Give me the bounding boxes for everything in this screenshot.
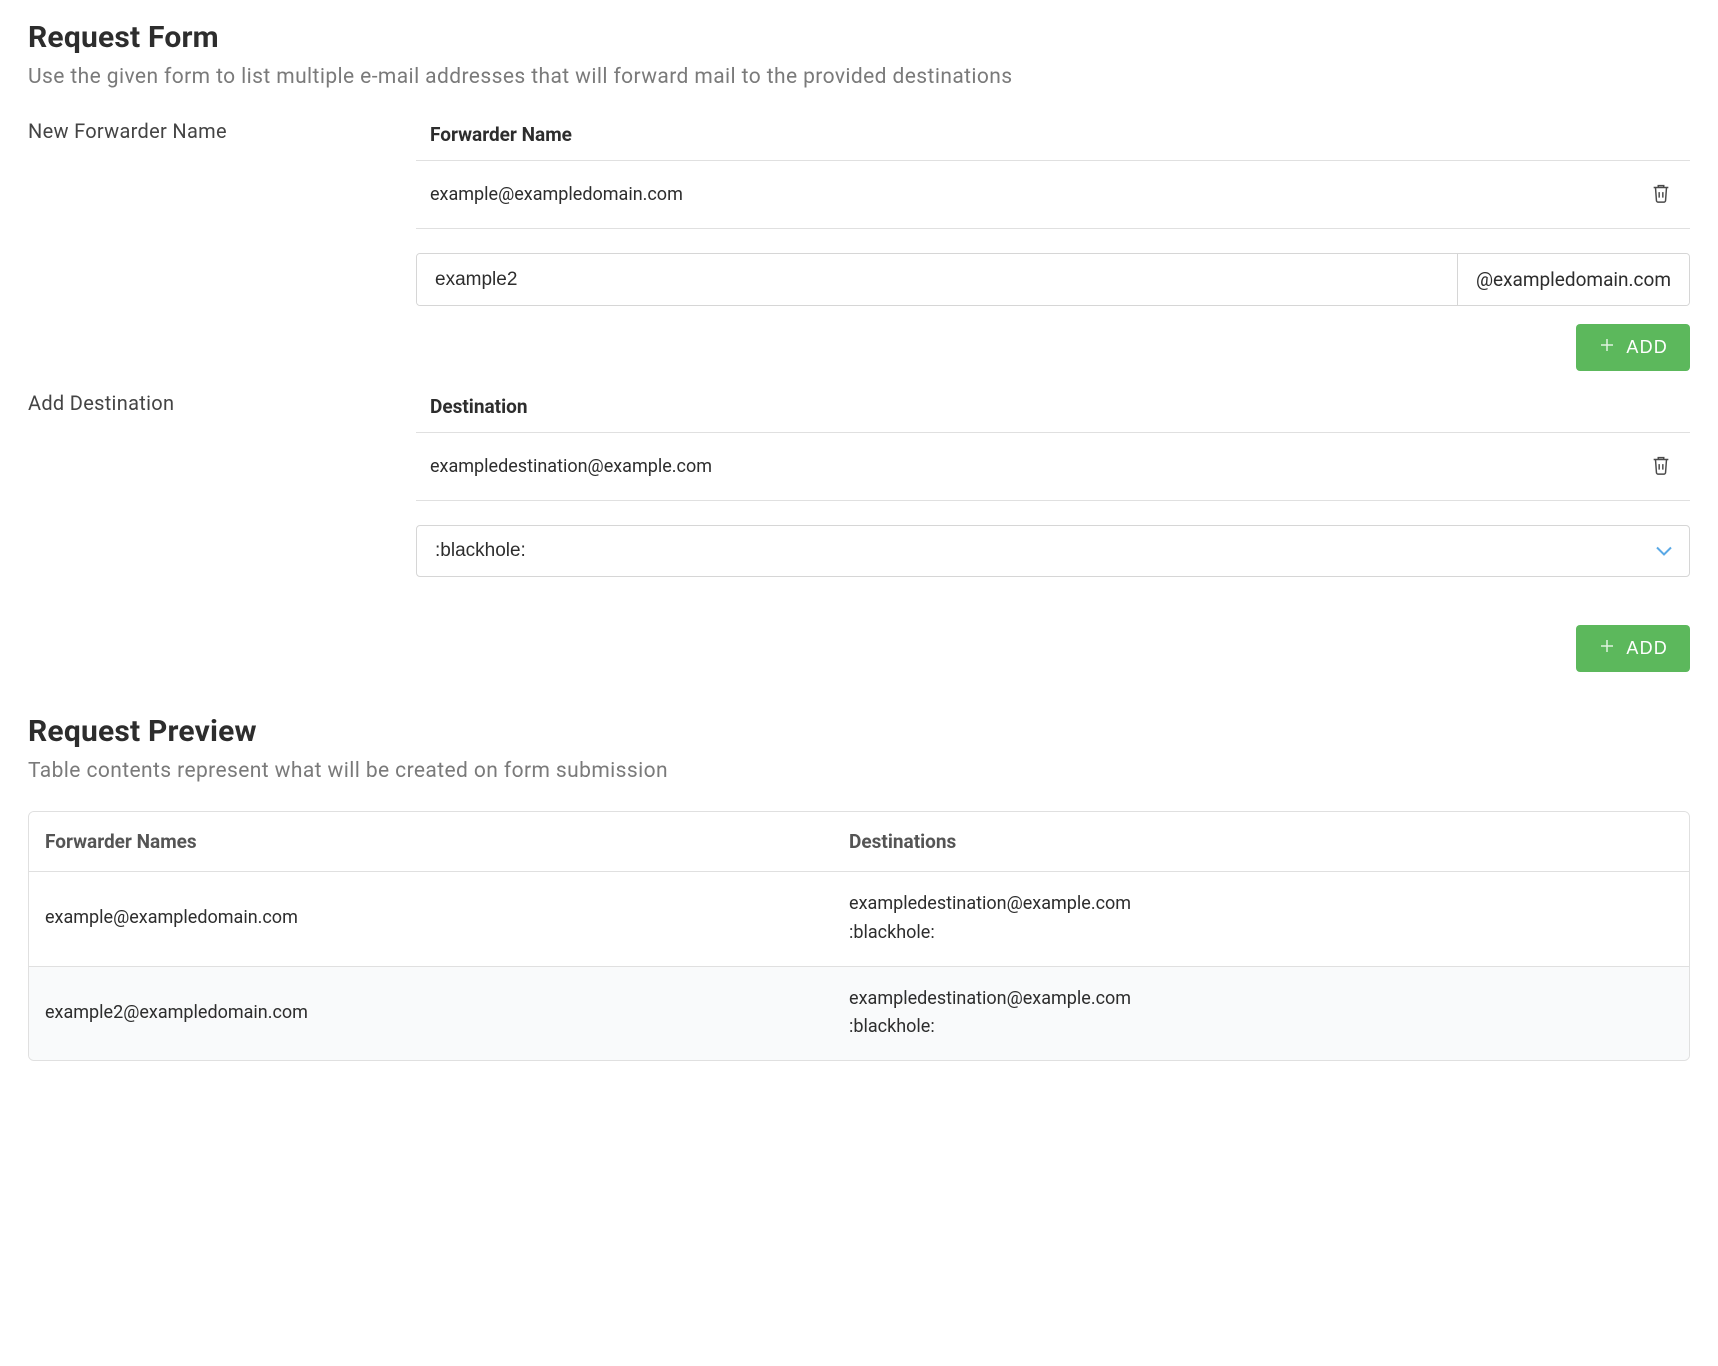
preview-destination-line: exampledestination@example.com (849, 890, 1673, 919)
destination-list-row: exampledestination@example.com (416, 433, 1690, 501)
forwarder-domain-suffix: @exampledomain.com (1457, 254, 1689, 305)
destination-select-wrap (416, 525, 1690, 577)
destination-content-col: Destination exampledestination@example.c… (416, 389, 1690, 672)
forwarder-add-row: ADD (416, 324, 1690, 371)
forwarder-item-value: example@exampledomain.com (430, 184, 1646, 205)
forwarder-column-header: Forwarder Name (416, 117, 1690, 161)
add-forwarder-label: ADD (1626, 337, 1668, 358)
plus-icon (1598, 637, 1616, 660)
forwarder-form-row: New Forwarder Name Forwarder Name exampl… (28, 117, 1690, 371)
forwarder-label-col: New Forwarder Name (28, 117, 416, 371)
destination-section-label: Add Destination (28, 391, 174, 415)
request-preview-description: Table contents represent what will be cr… (28, 759, 1690, 783)
forwarder-name-input[interactable] (417, 254, 1457, 305)
destination-select[interactable] (416, 525, 1690, 577)
plus-icon (1598, 336, 1616, 359)
delete-destination-button[interactable] (1646, 449, 1676, 484)
forwarder-section-label: New Forwarder Name (28, 119, 227, 143)
destination-item-value: exampledestination@example.com (430, 456, 1646, 477)
forwarder-input-group: @exampledomain.com (416, 253, 1690, 306)
add-forwarder-button[interactable]: ADD (1576, 324, 1690, 371)
add-destination-label: ADD (1626, 638, 1668, 659)
preview-destination-line: :blackhole: (849, 1013, 1673, 1042)
preview-destinations-cell: exampledestination@example.com :blackhol… (833, 967, 1689, 1061)
forwarder-content-col: Forwarder Name example@exampledomain.com… (416, 117, 1690, 371)
add-destination-button[interactable]: ADD (1576, 625, 1690, 672)
request-preview-section: Request Preview Table contents represent… (28, 714, 1690, 1061)
destination-column-header: Destination (416, 389, 1690, 433)
table-row: example2@exampledomain.com exampledestin… (29, 967, 1689, 1061)
request-preview-title: Request Preview (28, 714, 1690, 749)
request-form-section: Request Form Use the given form to list … (28, 20, 1690, 672)
delete-forwarder-button[interactable] (1646, 177, 1676, 212)
table-row: example@exampledomain.com exampledestina… (29, 872, 1689, 967)
request-form-title: Request Form (28, 20, 1690, 55)
preview-forwarder-cell: example@exampledomain.com (29, 872, 833, 967)
preview-forwarder-cell: example2@exampledomain.com (29, 967, 833, 1061)
preview-table: Forwarder Names Destinations example@exa… (28, 811, 1690, 1061)
destination-add-row: ADD (416, 625, 1690, 672)
preview-col-forwarder: Forwarder Names (29, 812, 833, 872)
preview-destination-line: exampledestination@example.com (849, 985, 1673, 1014)
preview-col-destinations: Destinations (833, 812, 1689, 872)
destination-form-row: Add Destination Destination exampledesti… (28, 389, 1690, 672)
preview-destinations-cell: exampledestination@example.com :blackhol… (833, 872, 1689, 967)
preview-destination-line: :blackhole: (849, 919, 1673, 948)
trash-icon (1650, 453, 1672, 480)
destination-label-col: Add Destination (28, 389, 416, 672)
forwarder-list-row: example@exampledomain.com (416, 161, 1690, 229)
trash-icon (1650, 181, 1672, 208)
request-form-description: Use the given form to list multiple e-ma… (28, 65, 1690, 89)
